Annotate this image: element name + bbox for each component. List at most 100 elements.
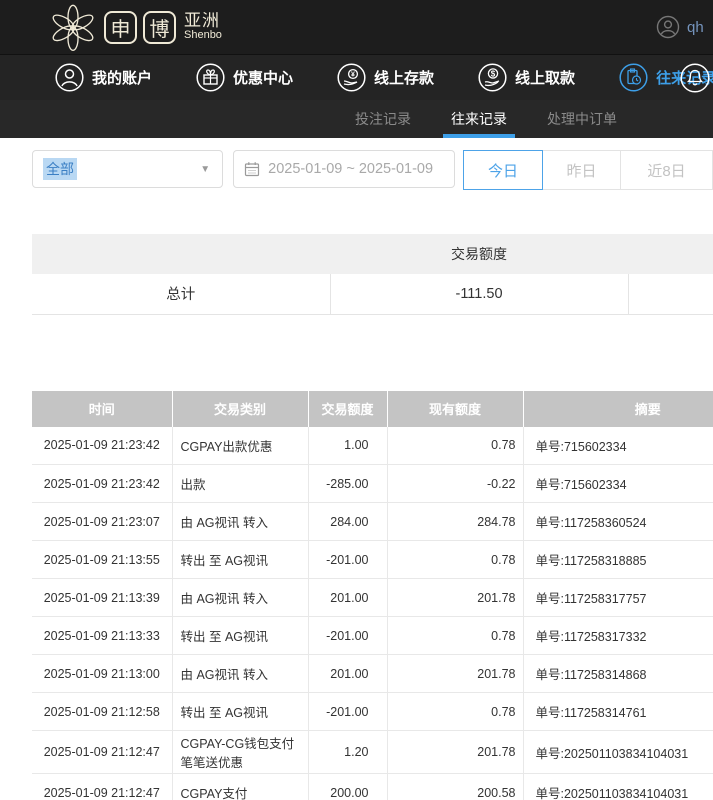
- notifications-button[interactable]: [680, 63, 710, 98]
- cell-amount: 201.00: [308, 579, 387, 617]
- transactions-table: 时间 交易类别 交易额度 现有额度 摘要 2025-01-09 21:23:42…: [32, 391, 713, 800]
- cell-time: 2025-01-09 21:23:42: [32, 427, 172, 465]
- cell-memo: 单号:117258314868: [523, 655, 713, 693]
- cell-type: CGPAY出款优惠: [172, 427, 308, 465]
- cell-amount: 200.00: [308, 774, 387, 800]
- cell-type: 由 AG视讯 转入: [172, 579, 308, 617]
- type-select-value: 全部: [43, 158, 77, 180]
- column-header-memo: 摘要: [523, 391, 713, 427]
- cell-memo: 单号:202501103834104031: [523, 731, 713, 774]
- table-row: 2025-01-09 21:13:00由 AG视讯 转入201.00201.78…: [32, 655, 713, 693]
- logo-region: 亚洲: [184, 12, 222, 30]
- user-icon: [55, 63, 84, 92]
- type-select[interactable]: 全部 ▼: [32, 150, 223, 188]
- cell-memo: 单号:715602334: [523, 465, 713, 503]
- svg-text:$: $: [491, 69, 496, 78]
- nav-item-deposit[interactable]: ¥ 线上存款: [337, 63, 434, 92]
- date-range-value: 2025-01-09 ~ 2025-01-09: [268, 161, 433, 177]
- today-button[interactable]: 今日: [463, 150, 543, 190]
- cell-type: 出款: [172, 465, 308, 503]
- summary-header-empty-2: [628, 234, 713, 274]
- cell-balance: 201.78: [387, 731, 523, 774]
- cell-type: 由 AG视讯 转入: [172, 503, 308, 541]
- summary-total-row: 总计 -111.50: [32, 274, 713, 314]
- table-row: 2025-01-09 21:12:58转出 至 AG视讯-201.000.78单…: [32, 693, 713, 731]
- column-header-type: 交易类别: [172, 391, 308, 427]
- table-row: 2025-01-09 21:23:07由 AG视讯 转入284.00284.78…: [32, 503, 713, 541]
- nav-item-withdraw[interactable]: $ 线上取款: [478, 63, 575, 92]
- summary-header-amount: 交易额度: [330, 234, 628, 274]
- cell-amount: 284.00: [308, 503, 387, 541]
- cell-time: 2025-01-09 21:12:47: [32, 731, 172, 774]
- transactions-tbody: 2025-01-09 21:23:42CGPAY出款优惠1.000.78单号:7…: [32, 427, 713, 800]
- chevron-down-icon: ▼: [200, 164, 210, 175]
- gift-icon: [196, 63, 225, 92]
- cell-memo: 单号:715602334: [523, 427, 713, 465]
- username: qh: [687, 19, 713, 36]
- logo-char-2: 博: [143, 11, 176, 44]
- table-row: 2025-01-09 21:13:55转出 至 AG视讯-201.000.78单…: [32, 541, 713, 579]
- bell-icon: [680, 63, 710, 93]
- cell-memo: 单号:202501103834104031: [523, 774, 713, 800]
- cell-balance: 200.58: [387, 774, 523, 800]
- quick-date-buttons: 今日 昨日 近8日: [463, 150, 713, 190]
- cell-time: 2025-01-09 21:13:55: [32, 541, 172, 579]
- nav-item-promotions[interactable]: 优惠中心: [196, 63, 293, 92]
- cell-amount: -285.00: [308, 465, 387, 503]
- record-tabs: 投注记录 往来记录 处理中订单: [0, 100, 713, 138]
- site-logo[interactable]: 申 博 亚洲 Shenbo: [48, 2, 222, 52]
- transactions-section: 时间 交易类别 交易额度 现有额度 摘要 2025-01-09 21:23:42…: [32, 391, 713, 800]
- cell-time: 2025-01-09 21:23:07: [32, 503, 172, 541]
- logo-char-1: 申: [104, 11, 137, 44]
- cell-balance: 0.78: [387, 427, 523, 465]
- summary-header-empty: [32, 234, 330, 274]
- page: 申 博 亚洲 Shenbo qh 我的账户: [0, 0, 713, 800]
- cell-amount: 201.00: [308, 655, 387, 693]
- cell-balance: 284.78: [387, 503, 523, 541]
- cell-time: 2025-01-09 21:12:47: [32, 774, 172, 800]
- cell-balance: 201.78: [387, 579, 523, 617]
- cell-type: 转出 至 AG视讯: [172, 617, 308, 655]
- logo-subtitle: Shenbo: [184, 30, 222, 42]
- tab-pending-orders[interactable]: 处理中订单: [547, 100, 617, 138]
- column-header-time: 时间: [32, 391, 172, 427]
- cell-memo: 单号:117258317757: [523, 579, 713, 617]
- records-icon: [619, 63, 648, 92]
- cell-type: 转出 至 AG视讯: [172, 693, 308, 731]
- cell-memo: 单号:117258318885: [523, 541, 713, 579]
- cell-time: 2025-01-09 21:23:42: [32, 465, 172, 503]
- tab-betting-records[interactable]: 投注记录: [355, 100, 411, 138]
- date-range-input[interactable]: 2025-01-09 ~ 2025-01-09: [233, 150, 455, 188]
- cell-type: CGPAY支付: [172, 774, 308, 800]
- cell-amount: 1.00: [308, 427, 387, 465]
- summary-total-label: 总计: [32, 274, 330, 314]
- table-row: 2025-01-09 21:12:47CGPAY支付200.00200.58单号…: [32, 774, 713, 800]
- cell-type: 由 AG视讯 转入: [172, 655, 308, 693]
- nav-label: 优惠中心: [233, 67, 293, 88]
- user-account[interactable]: qh: [656, 0, 713, 54]
- cell-memo: 单号:117258317332: [523, 617, 713, 655]
- cell-amount: -201.00: [308, 693, 387, 731]
- main-nav: 我的账户 优惠中心 ¥ 线上存款: [0, 54, 713, 100]
- nav-label: 线上存款: [374, 67, 434, 88]
- summary-header-row: 交易额度: [32, 234, 713, 274]
- cell-type: 转出 至 AG视讯: [172, 541, 308, 579]
- yesterday-button[interactable]: 昨日: [543, 150, 621, 190]
- tab-transaction-records[interactable]: 往来记录: [451, 100, 507, 138]
- cell-amount: 1.20: [308, 731, 387, 774]
- summary-table: 交易额度 总计 -111.50: [32, 234, 713, 315]
- filter-bar: 全部 ▼ 2025-01-09 ~ 2025-01-09 今日 昨日 近8日: [32, 150, 713, 190]
- table-row: 2025-01-09 21:12:47CGPAY-CG钱包支付笔笔送优惠1.20…: [32, 731, 713, 774]
- table-row: 2025-01-09 21:23:42CGPAY出款优惠1.000.78单号:7…: [32, 427, 713, 465]
- cell-memo: 单号:117258360524: [523, 503, 713, 541]
- withdraw-icon: $: [478, 63, 507, 92]
- nav-label: 线上取款: [515, 67, 575, 88]
- deposit-icon: ¥: [337, 63, 366, 92]
- cell-amount: -201.00: [308, 541, 387, 579]
- last-8-days-button[interactable]: 近8日: [621, 150, 713, 190]
- cell-amount: -201.00: [308, 617, 387, 655]
- cell-time: 2025-01-09 21:13:39: [32, 579, 172, 617]
- nav-item-my-account[interactable]: 我的账户: [55, 63, 152, 92]
- cell-balance: 0.78: [387, 541, 523, 579]
- summary-total-amount: -111.50: [330, 274, 628, 314]
